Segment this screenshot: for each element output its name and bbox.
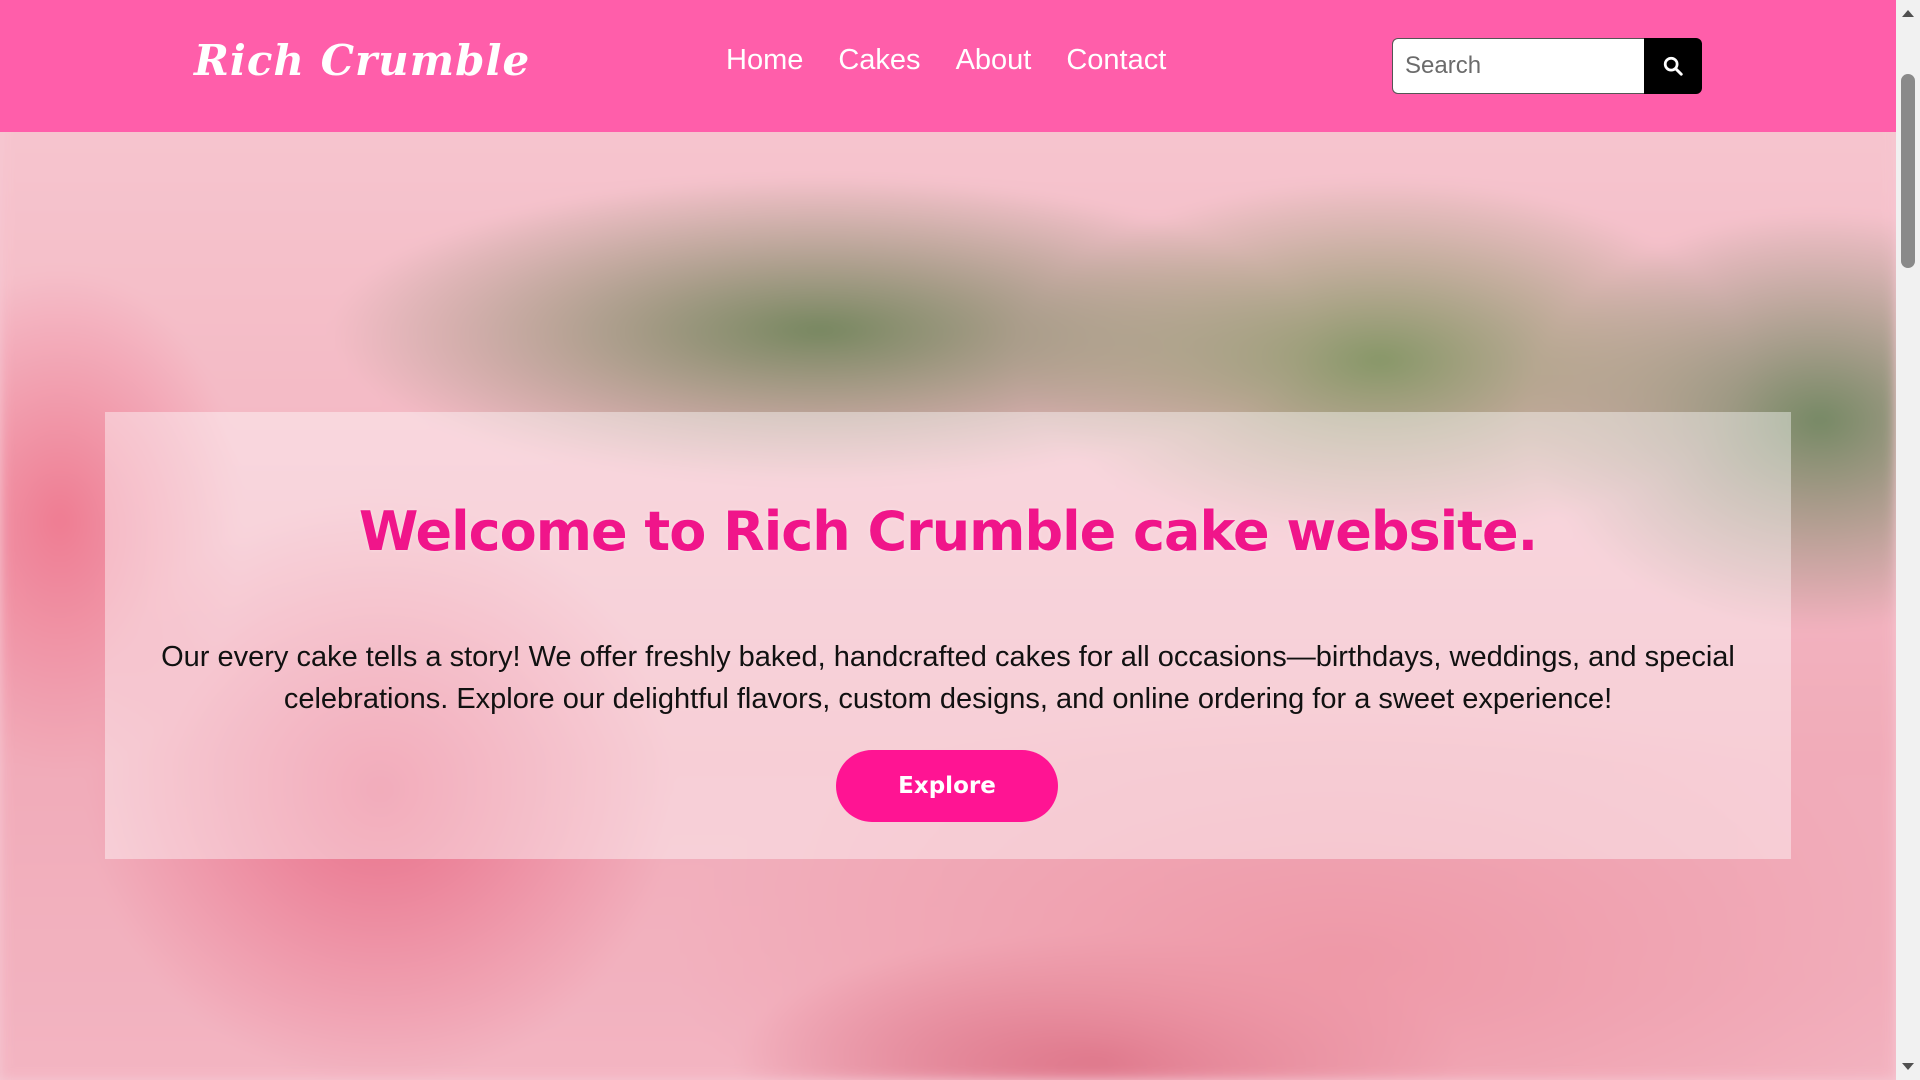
welcome-title: Welcome to Rich Crumble cake website. [358,500,1538,563]
scroll-up-arrow-icon[interactable] [1902,10,1914,17]
nav-link-contact[interactable]: Contact [1066,44,1166,77]
welcome-card: Welcome to Rich Crumble cake website. Ou… [105,412,1791,859]
brand-logo[interactable]: Rich Crumble [194,36,530,85]
nav-link-about[interactable]: About [956,44,1032,77]
scroll-down-arrow-icon[interactable] [1902,1063,1914,1070]
navbar: Rich Crumble Home Cakes About Contact [0,0,1896,132]
search-form [1392,38,1702,94]
nav-link-cakes[interactable]: Cakes [838,44,920,77]
explore-button[interactable]: Explore [836,750,1058,822]
magnifier-icon [1663,56,1683,76]
scrollbar-thumb[interactable] [1901,74,1915,268]
search-input[interactable] [1392,38,1644,94]
search-button[interactable] [1644,38,1702,94]
nav-links: Home Cakes About Contact [726,44,1166,77]
vertical-scrollbar[interactable] [1896,0,1920,1080]
nav-link-home[interactable]: Home [726,44,803,77]
welcome-description: Our every cake tells a story! We offer f… [161,641,1735,715]
